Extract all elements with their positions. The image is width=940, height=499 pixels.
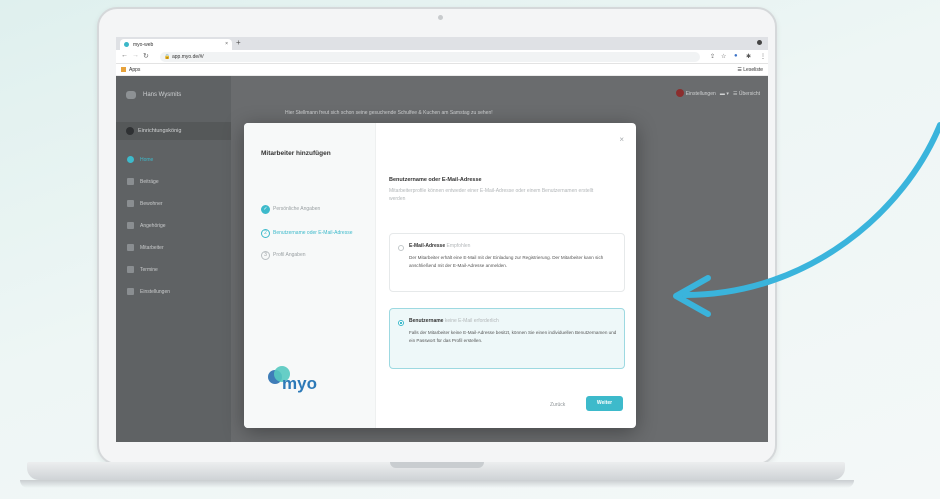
home-icon — [127, 156, 134, 163]
option-username[interactable]: Benutzername keine E-Mail erforderlich F… — [389, 308, 625, 369]
share-icon[interactable]: ⇪ — [710, 53, 715, 60]
step-label: Persönliche Angaben — [273, 206, 321, 212]
posts-icon — [127, 178, 134, 185]
top-right-menu: Einstellungen ▬ ▾ ☰ Übersicht — [675, 89, 760, 97]
sidebar-item-appointments[interactable]: Termine — [116, 260, 231, 282]
tab-close-icon[interactable]: × — [225, 41, 228, 47]
sidebar-item-residents[interactable]: Bewohner — [116, 194, 231, 216]
option-title-text: E-Mail-Adresse — [409, 243, 446, 249]
forward-arrow-icon[interactable]: → — [132, 52, 139, 59]
check-icon: ✓ — [261, 205, 270, 214]
avatar — [126, 91, 136, 99]
sidebar-item-label: Termine — [140, 267, 158, 273]
menu-dots-icon[interactable]: ⋮ — [760, 53, 766, 60]
modal-stepper: Mitarbeiter hinzufügen ✓ Persönliche Ang… — [244, 123, 376, 428]
browser-toolbar: ← → ↻ 🔒 app.myo.de/#/ ⇪ ☆ ● ✱ ⋮ — [116, 50, 768, 64]
pointer-arrow-icon — [673, 122, 940, 317]
sidebar-item-label: Mitarbeiter — [140, 245, 164, 251]
sidebar: Hans Wysmits Einrichtungskönig Home Beit… — [116, 76, 231, 442]
modal-heading: Benutzername oder E-Mail-Adresse — [389, 177, 482, 183]
overview-link[interactable]: Übersicht — [739, 91, 760, 97]
tab-title: myo-web — [133, 42, 154, 48]
option-description: Der Mitarbeiter erhält eine E-Mail mit d… — [409, 255, 604, 268]
user-name: Hans Wysmits — [143, 92, 182, 98]
relatives-icon — [127, 222, 134, 229]
radio-email[interactable] — [398, 245, 404, 251]
arrow-curve — [682, 122, 940, 298]
back-button[interactable]: Zurück — [550, 402, 565, 408]
logo-text: myo — [282, 374, 317, 393]
brand-icon — [675, 89, 684, 97]
window-control-icon[interactable] — [757, 40, 762, 45]
step-username-email[interactable]: 2 Benutzername oder E-Mail-Adresse — [261, 229, 366, 238]
extension-icon[interactable]: ● — [734, 53, 738, 59]
apps-label: Apps — [129, 67, 141, 73]
settings-link[interactable]: Einstellungen — [686, 91, 716, 97]
laptop-notch — [390, 462, 484, 468]
sidebar-item-label: Bewohner — [140, 201, 163, 207]
sidebar-item-label: Home — [140, 157, 154, 163]
back-arrow-icon[interactable]: ← — [121, 52, 128, 59]
sidebar-nav: Home Beiträge Bewohner Angehörige Mitarb… — [116, 150, 231, 304]
option-tag: Empfohlen — [446, 243, 471, 249]
option-email[interactable]: E-Mail-Adresse Empfohlen Der Mitarbeiter… — [389, 233, 625, 292]
reload-icon[interactable]: ↻ — [143, 52, 149, 60]
reading-list[interactable]: ☰ Leseliste — [737, 67, 763, 73]
resident-icon — [127, 200, 134, 207]
next-button[interactable]: Weiter — [586, 396, 623, 411]
step-number: 3 — [261, 251, 270, 260]
bookmarks-bar: Apps ☰ Leseliste — [116, 64, 768, 76]
address-bar[interactable]: 🔒 app.myo.de/#/ — [160, 52, 700, 62]
org-icon — [126, 127, 134, 135]
step-label: Profil Angaben — [273, 252, 306, 258]
browser-tab-bar: myo-web × + — [116, 37, 768, 50]
favicon-icon — [124, 42, 129, 47]
lock-icon: 🔒 — [164, 54, 171, 60]
option-title: E-Mail-Adresse Empfohlen — [409, 243, 470, 249]
sidebar-item-relatives[interactable]: Angehörige — [116, 216, 231, 238]
calendar-icon — [127, 266, 134, 273]
browser-tab[interactable]: myo-web × — [120, 39, 232, 50]
camera-icon — [438, 15, 443, 20]
step-personal-info[interactable]: ✓ Persönliche Angaben — [261, 205, 366, 214]
add-staff-modal: Mitarbeiter hinzufügen ✓ Persönliche Ang… — [244, 123, 636, 428]
sidebar-item-settings[interactable]: Einstellungen — [116, 282, 231, 304]
bookmark-apps[interactable]: Apps — [121, 67, 140, 73]
myo-logo: myo — [268, 366, 328, 402]
sidebar-item-home[interactable]: Home — [116, 150, 231, 172]
step-number: 2 — [261, 229, 270, 238]
modal-subheading: Mitarbeiterprofile können entweder einer… — [389, 188, 594, 202]
org-name: Einrichtungskönig — [138, 128, 182, 134]
url-text: app.myo.de/#/ — [172, 54, 204, 60]
option-description: Falls der Mitarbeiter keine E-Mail-Adres… — [409, 330, 617, 343]
step-label: Benutzername oder E-Mail-Adresse — [273, 230, 353, 236]
gear-icon — [127, 288, 134, 295]
step-profile-info[interactable]: 3 Profil Angaben — [261, 251, 366, 260]
star-icon[interactable]: ☆ — [721, 53, 726, 60]
modal-title: Mitarbeiter hinzufügen — [261, 150, 331, 157]
sidebar-item-label: Angehörige — [140, 223, 166, 229]
close-icon[interactable]: × — [619, 135, 624, 144]
sidebar-item-label: Beiträge — [140, 179, 159, 185]
option-tag: keine E-Mail erforderlich — [444, 318, 499, 324]
option-title: Benutzername keine E-Mail erforderlich — [409, 318, 499, 324]
sidebar-item-posts[interactable]: Beiträge — [116, 172, 231, 194]
reading-list-label: Leseliste — [743, 67, 763, 73]
laptop-base — [27, 462, 845, 480]
sidebar-item-label: Einstellungen — [140, 289, 171, 295]
staff-icon — [127, 244, 134, 251]
apps-grid-icon — [121, 67, 126, 72]
radio-username[interactable] — [398, 320, 404, 326]
puzzle-icon[interactable]: ✱ — [746, 53, 751, 60]
laptop-shadow — [20, 480, 854, 488]
new-tab-button[interactable]: + — [236, 38, 241, 47]
org-switcher[interactable]: Einrichtungskönig — [116, 122, 231, 140]
sidebar-item-staff[interactable]: Mitarbeiter — [116, 238, 231, 260]
user-profile[interactable]: Hans Wysmits — [126, 91, 181, 99]
announcement-banner: Hier Stellmann freut sich schon seine ge… — [285, 110, 493, 116]
option-title-text: Benutzername — [409, 318, 444, 324]
